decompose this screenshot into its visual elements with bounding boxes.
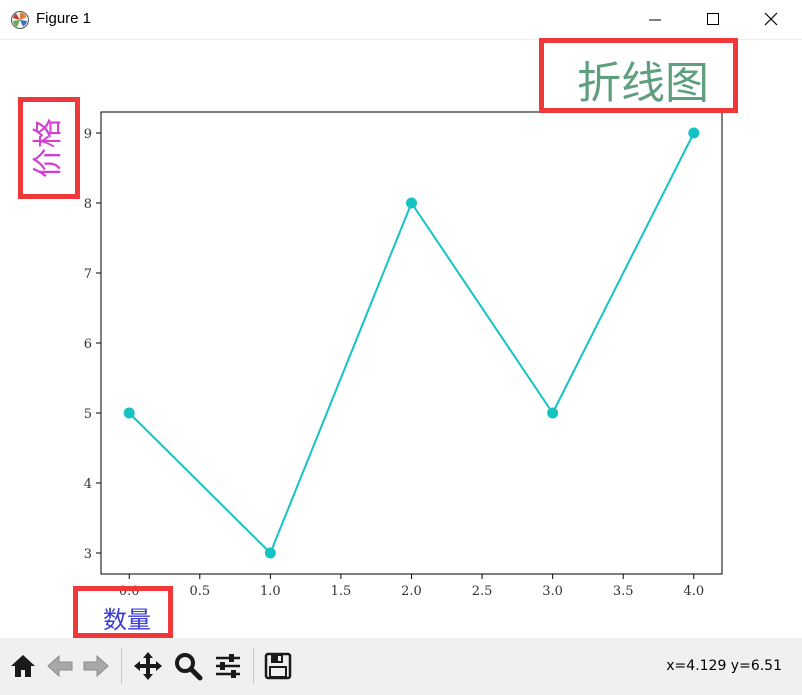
minimize-button[interactable] <box>626 0 684 39</box>
y-tick-label: 6 <box>84 337 92 352</box>
maximize-icon <box>707 13 719 25</box>
pan-button[interactable] <box>132 650 164 682</box>
x-tick-label: 3.5 <box>613 584 634 599</box>
y-tick-label: 5 <box>84 407 92 422</box>
back-icon <box>47 654 73 678</box>
toolbar-separator <box>121 648 122 684</box>
x-axis-ticks: 0.0 0.5 1.0 1.5 2.0 2.5 3.0 3.5 4.0 <box>119 574 704 599</box>
y-axis-ticks: 3 4 5 6 7 8 9 <box>84 127 101 562</box>
configure-subplots-icon <box>216 654 240 678</box>
x-tick-label: 0.5 <box>189 584 210 599</box>
minimize-icon <box>649 19 661 21</box>
zoom-button[interactable] <box>172 650 204 682</box>
title-highlight-box <box>539 38 738 113</box>
data-point <box>406 197 417 209</box>
figure-canvas[interactable]: 0.0 0.5 1.0 1.5 2.0 2.5 3.0 3.5 4.0 3456789 折线图 … <box>0 38 802 638</box>
home-icon <box>11 655 35 677</box>
x-tick-label: 1.5 <box>331 584 352 599</box>
close-icon <box>764 12 778 26</box>
x-tick-label: 4.0 <box>683 584 704 599</box>
ylabel-highlight-box <box>18 97 80 199</box>
zoom-icon <box>175 653 203 681</box>
configure-subplots-button[interactable] <box>212 650 244 682</box>
save-icon <box>264 652 292 680</box>
y-tick-label: 7 <box>84 267 92 282</box>
toolbar-separator <box>253 648 254 684</box>
forward-button[interactable] <box>80 650 112 682</box>
cursor-coordinates: x=4.129 y=6.51 <box>666 658 782 674</box>
close-button[interactable] <box>742 0 800 39</box>
xlabel-highlight-box <box>73 586 173 638</box>
data-point <box>264 547 276 559</box>
y-tick-label: 4 <box>84 477 92 492</box>
x-tick-label: 2.5 <box>472 584 493 599</box>
x-tick-label: 1.0 <box>260 584 281 599</box>
home-button[interactable] <box>7 650 39 682</box>
title-bar: Figure 1 <box>0 0 802 40</box>
data-point <box>547 407 559 419</box>
line-chart: 0.0 0.5 1.0 1.5 2.0 2.5 3.0 3.5 4.0 3456789 折线图 … <box>31 58 723 634</box>
pan-icon <box>134 652 162 680</box>
y-tick-label: 3 <box>84 547 92 562</box>
x-tick-label: 3.0 <box>542 584 563 599</box>
navigation-toolbar: x=4.129 y=6.51 <box>0 638 802 695</box>
back-button[interactable] <box>44 650 76 682</box>
forward-icon <box>83 654 109 678</box>
save-button[interactable] <box>262 650 294 682</box>
data-point <box>123 407 135 419</box>
window-title: Figure 1 <box>36 10 92 27</box>
plot-axes-frame <box>100 111 723 575</box>
y-tick-label: 9 <box>84 127 92 142</box>
x-tick-label: 2.0 <box>401 584 422 599</box>
y-tick-label: 8 <box>84 197 92 212</box>
matplotlib-icon <box>11 11 29 29</box>
maximize-button[interactable] <box>684 0 742 39</box>
data-point <box>688 127 700 139</box>
